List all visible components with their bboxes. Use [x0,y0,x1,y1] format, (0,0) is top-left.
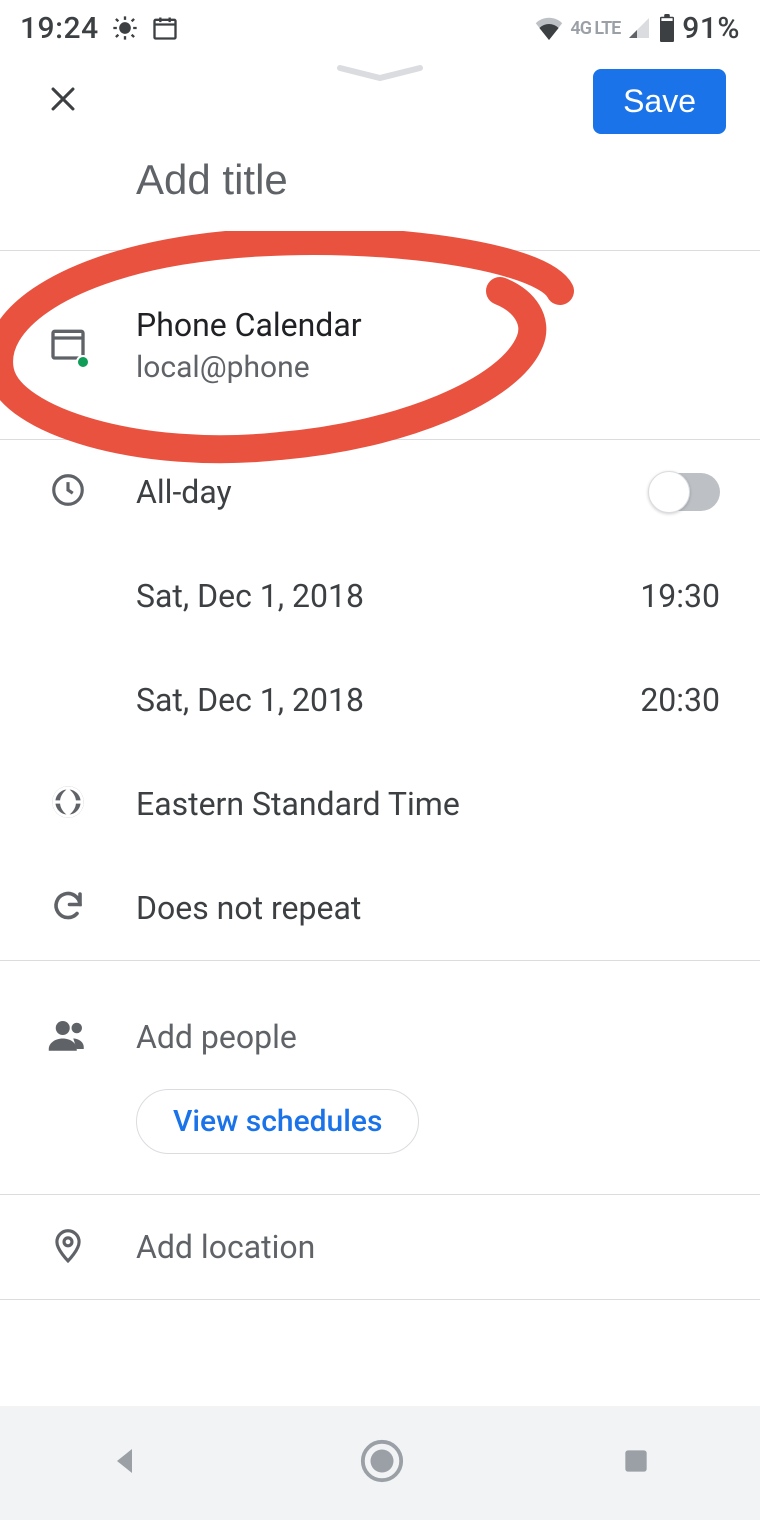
save-button[interactable]: Save [593,69,726,134]
nav-back-icon[interactable] [108,1443,144,1483]
wifi-icon [534,16,564,40]
add-location-placeholder: Add location [136,1228,315,1266]
timezone-label: Eastern Standard Time [136,785,460,823]
start-datetime-row[interactable]: Sat, Dec 1, 2018 19:30 [0,544,760,648]
add-location-row[interactable]: Add location [0,1195,760,1299]
status-time: 19:24 [20,11,99,46]
calendar-status-icon [151,14,179,42]
add-people-placeholder: Add people [136,1018,297,1056]
divider [0,1299,760,1300]
cell-signal-icon [626,16,652,40]
drag-handle-icon[interactable] [330,64,430,88]
repeat-row[interactable]: Does not repeat [0,856,760,960]
event-title-input[interactable] [136,156,760,204]
end-datetime-row[interactable]: Sat, Dec 1, 2018 20:30 [0,648,760,752]
people-icon [47,1014,89,1060]
start-date[interactable]: Sat, Dec 1, 2018 [136,577,364,615]
close-icon[interactable] [46,79,80,123]
add-people-row[interactable]: Add people [0,985,760,1089]
brightness-icon [111,14,139,42]
repeat-icon [50,888,86,928]
view-schedules-button[interactable]: View schedules [136,1089,419,1154]
location-pin-icon [49,1226,87,1268]
android-status-bar: 19:24 4G LTE 91% [0,0,760,56]
end-time[interactable]: 20:30 [640,681,720,719]
nav-home-icon[interactable] [359,1438,405,1488]
calendar-account: local@phone [136,350,362,385]
all-day-toggle[interactable] [650,473,720,511]
calendar-name: Phone Calendar [136,306,362,344]
network-4g-icon: 4G LTE [570,18,620,39]
clock-icon [49,471,87,513]
globe-icon [49,783,87,825]
battery-percent: 91% [682,11,740,46]
editor-header: Save [0,56,760,146]
nav-recent-icon[interactable] [620,1445,652,1481]
all-day-label: All-day [136,473,232,511]
repeat-label: Does not repeat [136,889,361,927]
battery-icon [658,14,676,42]
android-nav-bar [0,1406,760,1520]
calendar-source-icon [48,323,88,367]
timezone-row[interactable]: Eastern Standard Time [0,752,760,856]
start-time[interactable]: 19:30 [640,577,720,615]
all-day-row[interactable]: All-day [0,440,760,544]
end-date[interactable]: Sat, Dec 1, 2018 [136,681,364,719]
title-row [0,146,760,250]
calendar-selector-row[interactable]: Phone Calendar local@phone [0,251,760,439]
